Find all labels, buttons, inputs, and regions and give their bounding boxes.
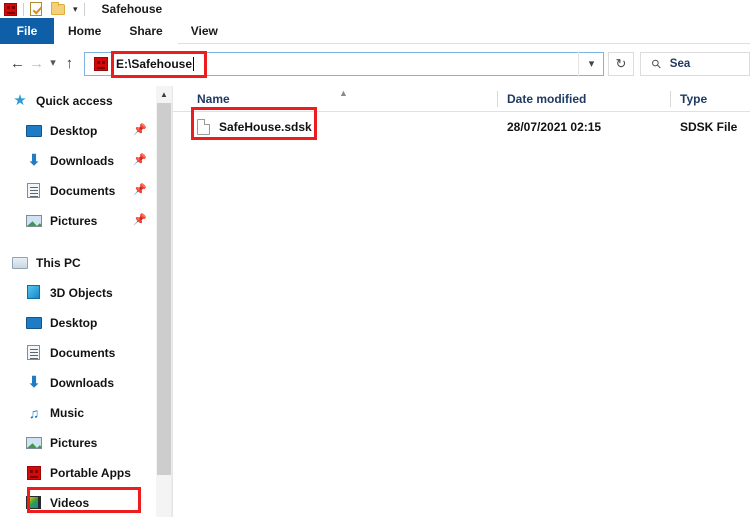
- tab-file[interactable]: File: [0, 18, 54, 44]
- sidebar-item-desktop[interactable]: Desktop 📌: [0, 116, 156, 146]
- arrow-up-icon[interactable]: ↑: [60, 49, 79, 79]
- window-title: Safehouse: [101, 2, 163, 16]
- this-pc-icon: [12, 257, 28, 269]
- column-header-name[interactable]: Name: [197, 86, 230, 112]
- sidebar-item-label: 3D Objects: [50, 286, 113, 300]
- documents-icon: [27, 345, 40, 360]
- pin-icon[interactable]: 📌: [133, 215, 147, 227]
- ribbon-tab-bar: File Home Share View: [0, 18, 750, 44]
- sidebar-item-label: Documents: [50, 346, 116, 360]
- navigation-pane[interactable]: ★ Quick access Desktop 📌 ⬇ Downloads 📌 D…: [0, 86, 156, 517]
- 3d-objects-icon: [27, 285, 40, 299]
- column-divider[interactable]: [497, 91, 498, 107]
- sidebar-item-label: Desktop: [50, 124, 98, 138]
- pictures-icon: [26, 437, 42, 449]
- sidebar-item-label: Quick access: [36, 94, 113, 108]
- caret-up-icon: ▲: [339, 88, 348, 98]
- sidebar-item-downloads-pc[interactable]: ⬇ Downloads: [0, 368, 156, 398]
- download-icon: ⬇: [27, 374, 41, 391]
- sidebar-item-pictures-pc[interactable]: Pictures: [0, 428, 156, 458]
- address-bar-row: ← → ▾ ↑ E:\Safehouse ▾ ↻ ⚲ Sea: [0, 45, 750, 82]
- refresh-icon[interactable]: ↻: [607, 51, 634, 76]
- chevron-down-icon[interactable]: ▾: [46, 49, 60, 79]
- generic-file-icon: [197, 119, 210, 135]
- sidebar-item-documents[interactable]: Documents 📌: [0, 176, 156, 206]
- sidebar-item-videos[interactable]: Videos: [0, 488, 156, 517]
- column-header-row: Name ▲ Date modified Type: [173, 86, 750, 112]
- desktop-icon: [26, 317, 42, 329]
- arrow-left-icon[interactable]: ←: [8, 49, 27, 79]
- safehouse-app-icon[interactable]: [4, 2, 17, 16]
- sidebar-item-label: Pictures: [50, 436, 98, 450]
- table-row[interactable]: SafeHouse.sdsk 28/07/2021 02:15 SDSK Fil…: [173, 112, 750, 142]
- column-divider[interactable]: [670, 91, 671, 107]
- arrow-right-icon[interactable]: →: [27, 49, 46, 79]
- sidebar-item-label: Portable Apps: [50, 466, 131, 480]
- sidebar-item-label: This PC: [36, 256, 81, 270]
- file-date-modified: 28/07/2021 02:15: [507, 120, 602, 134]
- sidebar-item-label: Pictures: [50, 214, 98, 228]
- safehouse-app-icon: [27, 466, 41, 480]
- toolbar-divider-2: [83, 2, 85, 16]
- file-type: SDSK File: [680, 120, 738, 134]
- sidebar-item-this-pc[interactable]: This PC: [0, 248, 156, 278]
- pictures-icon: [26, 215, 42, 227]
- toolbar-divider: [23, 2, 24, 16]
- sidebar-item-3d-objects[interactable]: 3D Objects: [0, 278, 156, 308]
- chevron-down-icon[interactable]: ▾: [73, 4, 78, 14]
- file-name: SafeHouse.sdsk: [219, 120, 312, 134]
- address-bar[interactable]: E:\Safehouse ▾: [83, 51, 604, 76]
- search-input[interactable]: ⚲ Sea: [639, 51, 750, 76]
- music-icon: ♫: [28, 405, 40, 421]
- sidebar-item-label: Videos: [50, 496, 90, 510]
- sidebar-item-label: Downloads: [50, 154, 115, 168]
- sidebar-item-label: Music: [50, 406, 85, 420]
- column-header-type[interactable]: Type: [680, 86, 707, 112]
- scrollbar-thumb[interactable]: [157, 103, 171, 475]
- sidebar-scrollbar[interactable]: ▲: [156, 86, 172, 517]
- address-path-text: E:\Safehouse: [115, 56, 193, 71]
- tab-home[interactable]: Home: [54, 18, 115, 44]
- checked-document-icon[interactable]: [30, 2, 42, 16]
- sidebar-item-downloads[interactable]: ⬇ Downloads 📌: [0, 146, 156, 176]
- documents-icon: [27, 183, 40, 198]
- ribbon-divider: [178, 43, 750, 44]
- star-icon: ★: [13, 92, 27, 109]
- title-bar: ▾ Safehouse: [0, 0, 750, 18]
- tab-share[interactable]: Share: [115, 18, 176, 44]
- address-dropdown-chevron-down-icon[interactable]: ▾: [577, 51, 604, 76]
- tab-view[interactable]: View: [177, 18, 232, 44]
- sidebar-item-portable-apps[interactable]: Portable Apps: [0, 458, 156, 488]
- search-icon: ⚲: [648, 55, 665, 72]
- folder-icon[interactable]: [51, 1, 65, 15]
- pin-icon[interactable]: 📌: [133, 185, 147, 197]
- pin-icon[interactable]: 📌: [133, 155, 147, 167]
- sidebar-item-pictures[interactable]: Pictures 📌: [0, 206, 156, 236]
- column-header-date-modified[interactable]: Date modified: [507, 86, 586, 112]
- download-icon: ⬇: [27, 152, 41, 169]
- pin-icon[interactable]: 📌: [133, 125, 147, 137]
- address-input[interactable]: E:\Safehouse: [83, 51, 604, 76]
- videos-icon: [26, 496, 41, 509]
- sidebar-item-documents-pc[interactable]: Documents: [0, 338, 156, 368]
- text-cursor: [193, 56, 195, 71]
- sidebar-item-label: Documents: [50, 184, 116, 198]
- sidebar-item-label: Desktop: [50, 316, 98, 330]
- desktop-icon: [26, 125, 42, 137]
- sidebar-item-music[interactable]: ♫ Music: [0, 398, 156, 428]
- chevron-up-icon[interactable]: ▲: [156, 86, 172, 103]
- safehouse-drive-icon: [93, 56, 108, 71]
- sidebar-item-quick-access[interactable]: ★ Quick access: [0, 86, 156, 116]
- file-list-pane[interactable]: Name ▲ Date modified Type SafeHouse.sdsk…: [173, 86, 750, 517]
- sidebar-item-desktop-pc[interactable]: Desktop: [0, 308, 156, 338]
- sidebar-item-label: Downloads: [50, 376, 115, 390]
- search-placeholder: Sea: [669, 57, 691, 70]
